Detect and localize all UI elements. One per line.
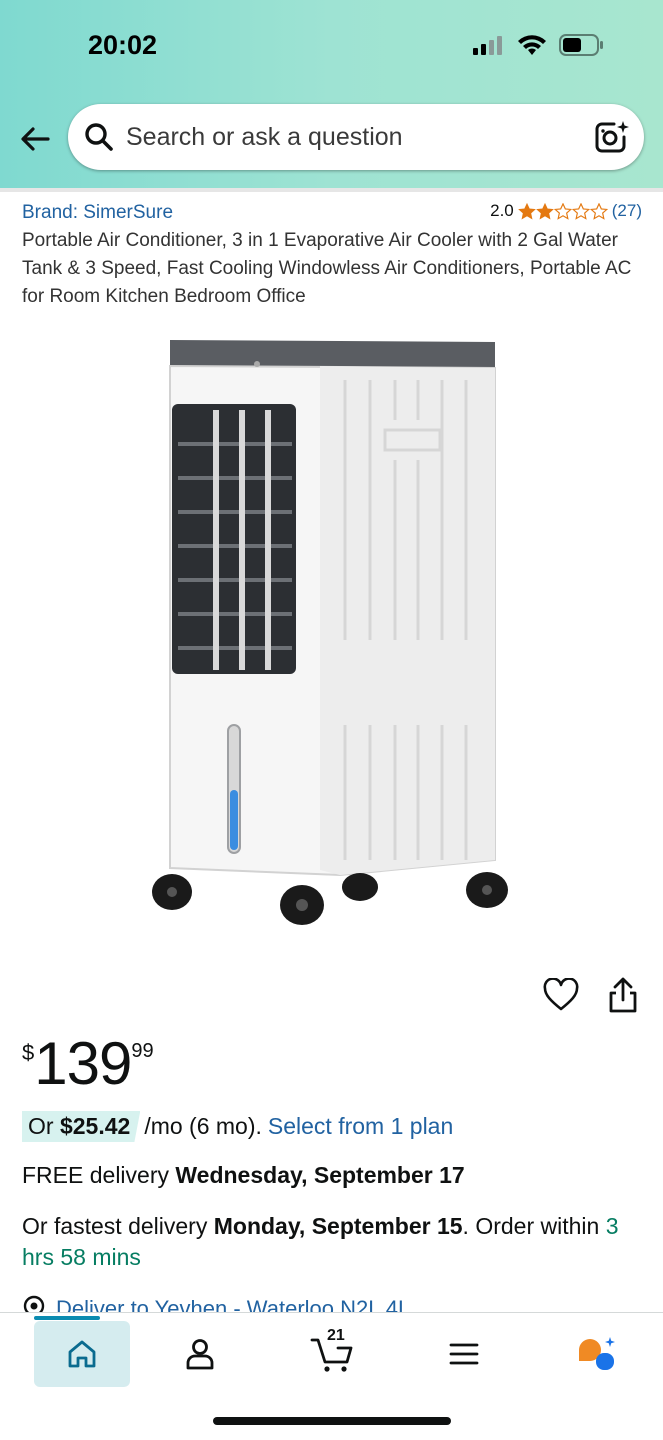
- order-within-prefix: . Order within: [462, 1213, 606, 1239]
- star-filled-icon: [535, 202, 554, 219]
- nav-account[interactable]: [152, 1321, 248, 1387]
- rufus-assistant-icon: [579, 1337, 615, 1370]
- nav-menu[interactable]: [416, 1321, 512, 1387]
- header-divider: [0, 188, 663, 192]
- back-arrow-icon[interactable]: [18, 122, 52, 156]
- menu-icon: [449, 1343, 479, 1365]
- price-fraction: 99: [131, 1040, 154, 1062]
- fastest-delivery: Or fastest delivery Monday, September 15…: [22, 1211, 642, 1273]
- installment-badge: Or $25.42: [22, 1111, 141, 1142]
- status-icons: [473, 34, 605, 56]
- select-plan-link[interactable]: Select from 1 plan: [268, 1113, 453, 1140]
- location-pin-icon: [23, 1295, 45, 1314]
- rating-count[interactable]: (27): [612, 201, 642, 221]
- search-bar[interactable]: Search or ask a question: [68, 104, 644, 170]
- installment-amount: $25.42: [59, 1113, 131, 1139]
- product-title: Portable Air Conditioner, 3 in 1 Evapora…: [22, 230, 632, 307]
- product-image[interactable]: [150, 320, 520, 930]
- cart-count: 21: [327, 1327, 345, 1344]
- price-whole: 139: [34, 1030, 132, 1097]
- battery-icon: [559, 34, 603, 56]
- price-symbol: $: [22, 1040, 35, 1065]
- cellular-signal-icon: [473, 36, 502, 55]
- app-header: 20:02 Search or ask a question: [0, 0, 663, 190]
- brand-link[interactable]: Brand: SimerSure: [22, 202, 173, 224]
- home-indicator: [213, 1417, 451, 1425]
- search-icon: [85, 123, 113, 151]
- active-tab-indicator: [34, 1316, 100, 1320]
- user-icon: [186, 1339, 214, 1370]
- star-empty-icon: [589, 202, 608, 220]
- price: $ 139 99: [22, 1030, 154, 1098]
- rating-summary[interactable]: 2.0 (27): [490, 201, 642, 221]
- camera-lens-icon[interactable]: [594, 120, 630, 154]
- free-delivery: FREE delivery Wednesday, September 17: [22, 1162, 465, 1189]
- wifi-icon: [518, 35, 546, 55]
- share-icon[interactable]: [606, 976, 640, 1014]
- nav-rufus[interactable]: [548, 1321, 644, 1387]
- rating-stars: [517, 202, 608, 220]
- home-icon: [68, 1340, 96, 1368]
- brand-rating-row: Brand: SimerSure 2.0 (27): [22, 199, 642, 225]
- rating-value: 2.0: [490, 201, 514, 220]
- status-time: 20:02: [88, 30, 158, 60]
- installment-row: Or $25.42 /mo (6 mo). Select from 1 plan: [22, 1111, 453, 1142]
- nav-cart[interactable]: 21: [284, 1321, 380, 1387]
- star-filled-icon: [517, 202, 536, 219]
- free-delivery-date: Wednesday, September 17: [175, 1162, 465, 1188]
- deliver-to-link[interactable]: Deliver to Yevhen - Waterloo N2L 4L: [22, 1292, 410, 1314]
- search-input[interactable]: Search or ask a question: [126, 123, 403, 152]
- star-empty-icon: [553, 202, 572, 220]
- fastest-delivery-label: Or fastest delivery: [22, 1213, 214, 1239]
- nav-home[interactable]: [34, 1321, 130, 1387]
- free-delivery-label: FREE delivery: [22, 1162, 176, 1188]
- installment-terms: /mo (6 mo).: [144, 1113, 262, 1139]
- installment-prefix: Or: [28, 1113, 60, 1139]
- star-empty-icon: [571, 202, 590, 220]
- heart-icon[interactable]: [543, 978, 579, 1012]
- fastest-delivery-date: Monday, September 15: [213, 1213, 463, 1239]
